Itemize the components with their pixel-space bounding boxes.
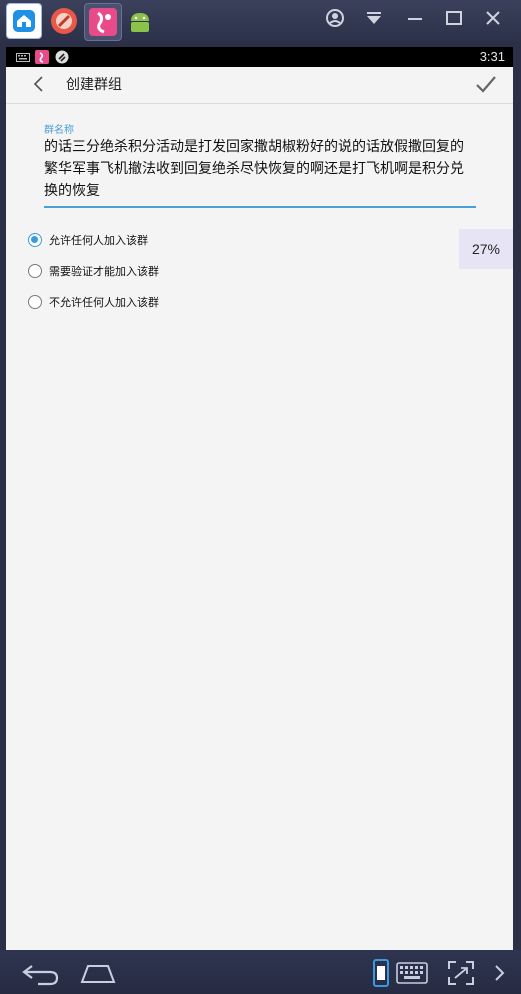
check-icon[interactable] (473, 72, 499, 98)
game-app-icon (51, 8, 77, 34)
back-nav-icon[interactable] (20, 960, 60, 986)
maximize-icon[interactable] (441, 8, 467, 34)
emulator-top-bar (0, 0, 521, 42)
close-icon[interactable] (480, 8, 506, 34)
phone-rotate-icon[interactable] (373, 959, 389, 987)
home-nav-icon[interactable] (78, 960, 118, 986)
keyboard-icon (16, 53, 30, 62)
app-tab-game[interactable] (46, 3, 82, 39)
app-tab-current[interactable] (84, 3, 122, 41)
menu-dropdown-icon[interactable] (361, 8, 387, 34)
android-icon (131, 13, 149, 32)
radio-require-verification[interactable]: 需要验证才能加入该群 (28, 260, 159, 282)
page-title: 创建群组 (66, 77, 122, 93)
radio-button[interactable] (28, 233, 42, 247)
chevron-right-icon[interactable] (492, 964, 506, 982)
android-screen: 3:31 创建群组 群名称 的话三分绝杀积分活动是打发回家撒胡椒粉好的说的话放假… (6, 47, 513, 950)
account-icon[interactable] (322, 8, 348, 34)
home-tab[interactable] (6, 3, 42, 39)
emulator-bottom-bar (0, 950, 521, 994)
radio-label: 允许任何人加入该群 (49, 234, 148, 247)
radio-disallow-anyone[interactable]: 不允许任何人加入该群 (28, 291, 159, 313)
group-name-input[interactable]: 的话三分绝杀积分活动是打发回家撒胡椒粉好的说的话放假撒回复的繁华军事飞机撤法收到… (44, 136, 476, 208)
group-name-label: 群名称 (44, 125, 74, 136)
home-icon (13, 10, 35, 32)
status-bar: 3:31 (6, 47, 513, 67)
radio-label: 不允许任何人加入该群 (49, 296, 159, 309)
progress-percent-badge: 27% (459, 229, 513, 269)
status-time: 3:31 (479, 49, 505, 64)
chevron-left-icon[interactable] (28, 73, 50, 95)
radio-allow-anyone[interactable]: 允许任何人加入该群 (28, 229, 148, 251)
fullscreen-icon[interactable] (447, 960, 475, 986)
radio-button[interactable] (28, 264, 42, 278)
app-bar: 创建群组 (6, 67, 513, 104)
app-notification-icon (35, 50, 49, 64)
sync-icon (55, 50, 69, 64)
minimize-icon[interactable] (402, 8, 428, 34)
radio-label: 需要验证才能加入该群 (49, 265, 159, 278)
radio-button[interactable] (28, 295, 42, 309)
app-icon-pink (89, 8, 117, 36)
keyboard-toggle-icon[interactable] (396, 962, 428, 984)
app-tab-android[interactable] (122, 3, 158, 39)
